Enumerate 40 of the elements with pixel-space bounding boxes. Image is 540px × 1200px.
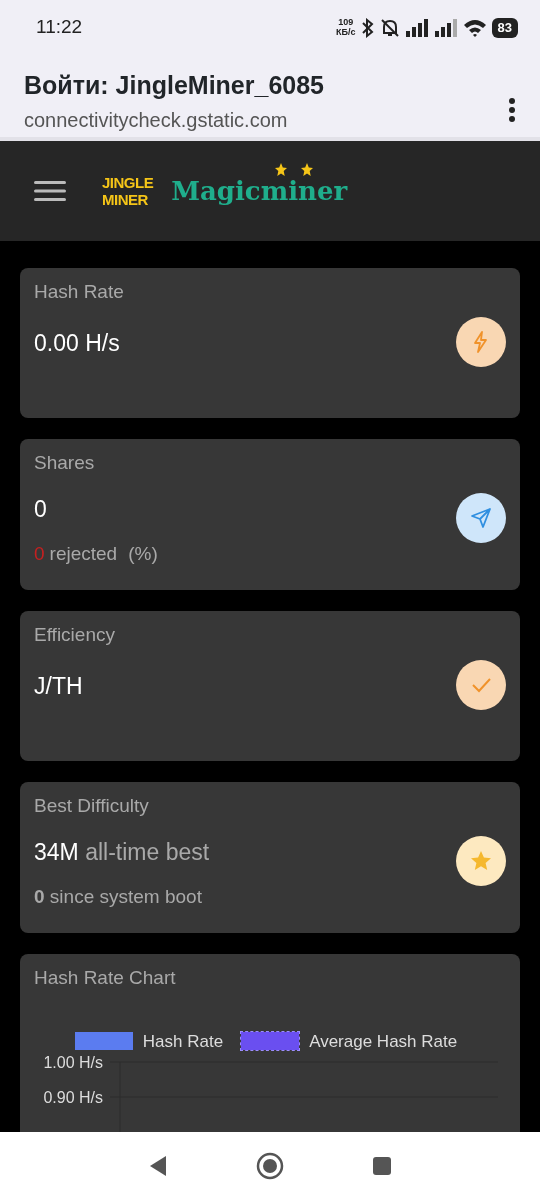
- stat-value: 0.00 H/s: [34, 329, 120, 359]
- lightning-icon: [456, 316, 506, 367]
- stat-value: 34M: [34, 838, 79, 865]
- rejected-percent: (%): [128, 542, 158, 566]
- page-title: Войти: JingleMiner_6085: [24, 70, 324, 101]
- stat-value: 0: [34, 494, 48, 524]
- muted-bell-icon: [379, 17, 400, 38]
- axis-tick-label: 0.90 H/s: [43, 1089, 103, 1106]
- logo-text: MINER: [102, 191, 149, 209]
- rejected-label: rejected: [49, 542, 118, 566]
- logo-text: JINGLE: [102, 173, 154, 191]
- clock-time: 11:22: [36, 15, 83, 40]
- card-title: Shares: [34, 451, 96, 475]
- axis-tick-label: 1.00 H/s: [43, 1054, 103, 1071]
- menu-icon[interactable]: [34, 180, 66, 202]
- legend-label: Hash Rate: [142, 1030, 224, 1053]
- back-icon[interactable]: [148, 1155, 168, 1177]
- card-title: Hash Rate: [34, 280, 125, 304]
- signal-icon: [433, 17, 458, 38]
- wifi-icon: [462, 17, 487, 38]
- check-icon: [456, 659, 506, 710]
- logo-text: Magicminer: [171, 178, 348, 204]
- page-url: connectivitycheck.gstatic.com: [24, 107, 289, 133]
- rejected-count: 0: [34, 542, 45, 566]
- network-speed: 109: [337, 17, 355, 28]
- bluetooth-icon: [360, 17, 375, 38]
- card-title: Best Difficulty: [34, 794, 150, 818]
- stat-caption: 0 since system boot: [34, 885, 203, 909]
- more-options-icon[interactable]: [508, 97, 516, 123]
- signal-icon: [404, 17, 429, 38]
- send-icon: [456, 493, 506, 543]
- recents-icon[interactable]: [372, 1156, 392, 1176]
- home-icon[interactable]: [256, 1152, 284, 1180]
- card-title: Hash Rate Chart: [34, 966, 177, 990]
- stat-value: J/TH: [34, 672, 83, 702]
- legend-label: Average Hash Rate: [309, 1030, 458, 1053]
- stat-caption: all-time best: [85, 838, 210, 865]
- speed-unit: КБ/с: [336, 27, 356, 38]
- battery-icon: 83: [491, 17, 518, 38]
- card-title: Efficiency: [34, 623, 116, 647]
